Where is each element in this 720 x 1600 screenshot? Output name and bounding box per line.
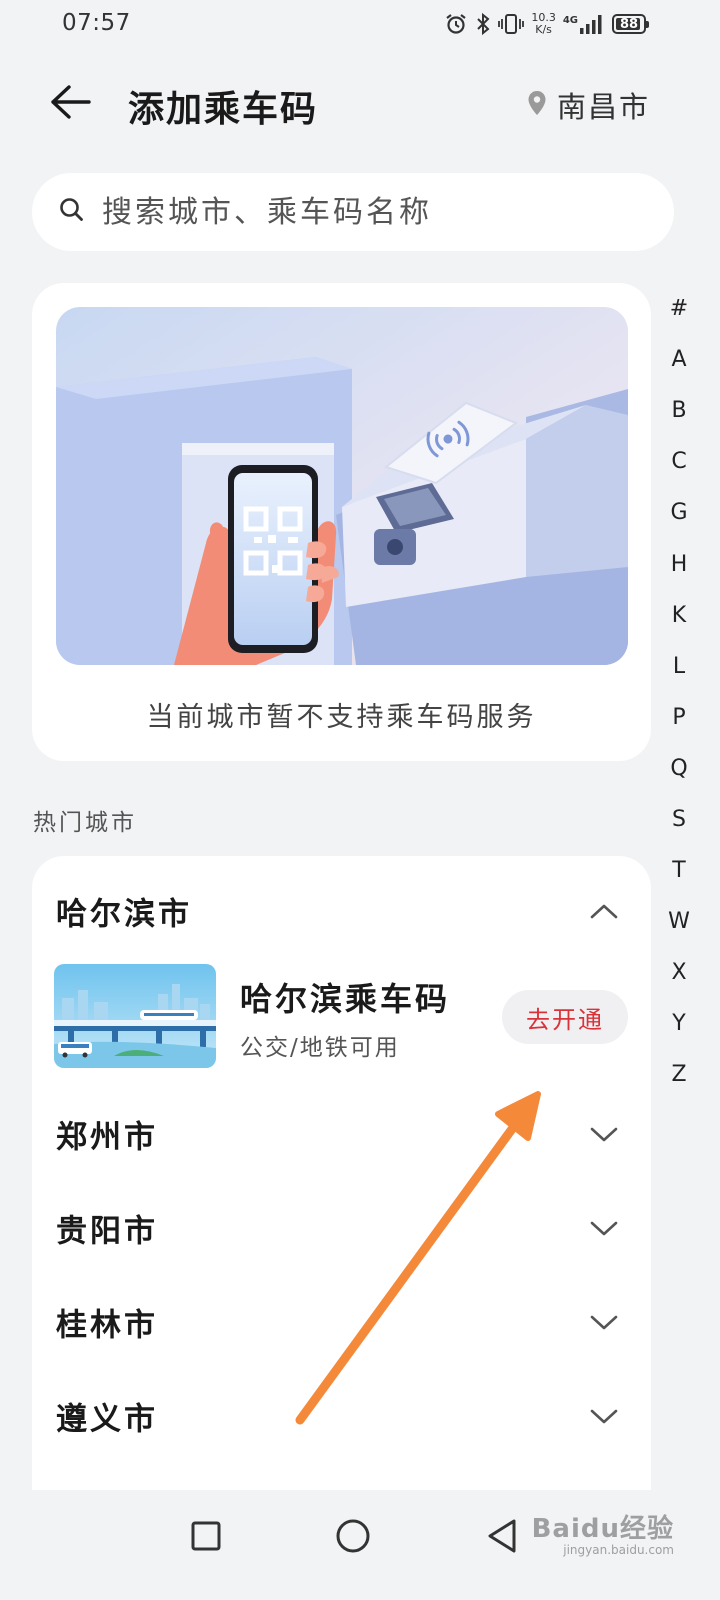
index-letter[interactable]: Y — [662, 998, 696, 1049]
city-row-harbin[interactable]: 哈尔滨市 — [32, 864, 651, 958]
chevron-down-icon — [589, 1313, 619, 1331]
index-letter[interactable]: B — [662, 385, 696, 436]
chevron-up-icon — [589, 902, 619, 920]
status-time: 07:57 — [62, 10, 131, 36]
square-icon — [190, 1520, 222, 1556]
battery-icon: 88 — [612, 14, 649, 34]
watermark-logo-text: Baidu经验 — [531, 1514, 674, 1544]
status-bar: 07:57 10.3 K/s 4G 88 — [0, 0, 720, 52]
index-letter[interactable]: # — [662, 283, 696, 334]
index-letter[interactable]: H — [662, 538, 696, 589]
search-bar[interactable] — [32, 173, 674, 251]
unsupported-banner-card: 当前城市暂不支持乘车码服务 — [32, 283, 651, 761]
city-row-guilin[interactable]: 桂林市 — [32, 1275, 651, 1369]
city-name: 郑州市 — [56, 1119, 158, 1156]
chevron-down-icon — [589, 1125, 619, 1143]
hot-cities-list: 哈尔滨市 哈尔滨乘车码 公交/地铁可用 去开通 郑州市 贵阳市 桂林市 遵义市 — [32, 856, 651, 1546]
index-letter[interactable]: Q — [662, 743, 696, 794]
index-letter[interactable]: W — [662, 896, 696, 947]
banner-caption: 当前城市暂不支持乘车码服务 — [146, 702, 537, 733]
signal-icon — [579, 13, 605, 35]
network-type: 4G — [562, 14, 578, 26]
chevron-down-icon — [589, 1219, 619, 1237]
watermark-url: jingyan.baidu.com — [563, 1543, 674, 1557]
location-label: 南昌市 — [556, 90, 650, 124]
chevron-down-icon — [589, 1407, 619, 1425]
search-icon — [58, 196, 86, 228]
transit-code-name: 哈尔滨乘车码 — [240, 980, 451, 1018]
index-letter[interactable]: P — [662, 692, 696, 743]
city-row-zunyi[interactable]: 遵义市 — [32, 1369, 651, 1463]
index-letter[interactable]: K — [662, 590, 696, 641]
index-letter[interactable]: G — [662, 487, 696, 538]
harbin-city-thumbnail — [54, 964, 216, 1068]
back-nav-button[interactable] — [474, 1510, 530, 1566]
city-row-zhengzhou[interactable]: 郑州市 — [32, 1087, 651, 1181]
city-name: 贵阳市 — [56, 1213, 158, 1250]
qr-code-turnstile-illustration — [56, 307, 628, 665]
index-letter[interactable]: L — [662, 641, 696, 692]
triangle-back-icon — [485, 1518, 519, 1558]
index-letter[interactable]: S — [662, 794, 696, 845]
hot-cities-title: 热门城市 — [33, 810, 137, 836]
circle-icon — [335, 1518, 371, 1558]
index-letter[interactable]: X — [662, 947, 696, 998]
bluetooth-icon — [475, 12, 491, 36]
baidu-watermark: Baidu经验 jingyan.baidu.com — [532, 1508, 674, 1557]
vibrate-icon — [498, 12, 525, 36]
transit-code-item[interactable]: 哈尔滨乘车码 公交/地铁可用 去开通 — [54, 964, 634, 1068]
recent-apps-button[interactable] — [178, 1510, 234, 1566]
index-letter[interactable]: A — [662, 334, 696, 385]
city-row-guiyang[interactable]: 贵阳市 — [32, 1181, 651, 1275]
city-name: 桂林市 — [56, 1307, 158, 1344]
activate-button[interactable]: 去开通 — [502, 990, 628, 1044]
net-speed-unit: K/s — [535, 23, 552, 36]
net-speed: 10.3 K/s — [531, 12, 556, 36]
location-selector[interactable]: 南昌市 — [527, 84, 650, 126]
alarm-icon — [444, 12, 468, 36]
battery-level: 88 — [619, 16, 639, 32]
city-name: 哈尔滨市 — [56, 896, 192, 933]
home-button[interactable] — [325, 1510, 381, 1566]
page-title: 添加乘车码 — [128, 89, 319, 130]
index-letter[interactable]: Z — [662, 1049, 696, 1100]
status-icons: 10.3 K/s 4G 88 — [444, 10, 649, 38]
transit-code-description: 公交/地铁可用 — [240, 1035, 400, 1061]
index-letter[interactable]: T — [662, 845, 696, 896]
arrow-left-icon — [49, 84, 91, 124]
location-pin-icon — [527, 90, 547, 120]
index-letter[interactable]: C — [662, 436, 696, 487]
city-name: 遵义市 — [56, 1401, 158, 1438]
alphabet-index[interactable]: # A B C G H K L P Q S T W X Y Z — [662, 283, 696, 1101]
back-button[interactable] — [44, 78, 96, 130]
search-input[interactable] — [100, 193, 624, 231]
